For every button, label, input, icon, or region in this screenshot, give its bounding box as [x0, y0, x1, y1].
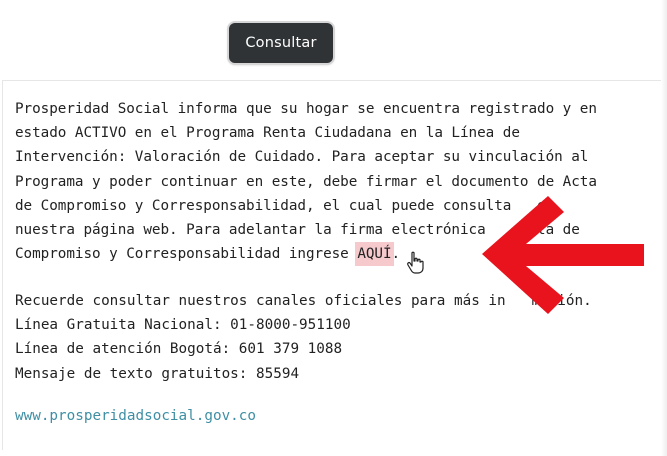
page: Consultar Prosperidad Social informa que… — [0, 0, 667, 456]
contact-sms: Mensaje de texto gratuitos: 85594 — [15, 365, 300, 382]
message-line-5: de Compromiso y Corresponsabilidad, el c… — [15, 197, 555, 214]
message-line-3: Intervención: Valoración de Cuidado. Par… — [15, 149, 589, 166]
message-line-1: Prosperidad Social informa que su hogar … — [15, 101, 597, 117]
edge-shadow — [661, 0, 667, 456]
contact-info: Recuerde consultar nuestros canales ofic… — [15, 289, 655, 386]
message-line-7-text: Compromiso y Corresponsabilidad ingrese — [15, 246, 358, 263]
website-link[interactable]: www.prosperidadsocial.gov.co — [15, 408, 256, 424]
status-message: Prosperidad Social informa que su hogar … — [15, 97, 655, 267]
consultar-button[interactable]: Consultar — [229, 23, 333, 63]
result-panel: Prosperidad Social informa que su hogar … — [2, 80, 662, 450]
contact-linea-gratuita: Línea Gratuita Nacional: 01-8000-951100 — [15, 317, 351, 334]
contact-intro: Recuerde consultar nuestros canales ofic… — [15, 293, 592, 309]
message-line-6: nuestra página web. Para adelantar la fi… — [15, 222, 580, 239]
message-line-2: estado ACTIVO en el Programa Renta Ciuda… — [15, 125, 520, 142]
message-line-4: Programa y poder continuar en este, debe… — [15, 173, 597, 190]
aqui-link[interactable]: AQUÍ — [355, 242, 394, 267]
contact-linea-bogota: Línea de atención Bogotá: 601 379 1088 — [15, 341, 343, 358]
message-line-7: Compromiso y Corresponsabilidad ingrese … — [15, 242, 400, 267]
